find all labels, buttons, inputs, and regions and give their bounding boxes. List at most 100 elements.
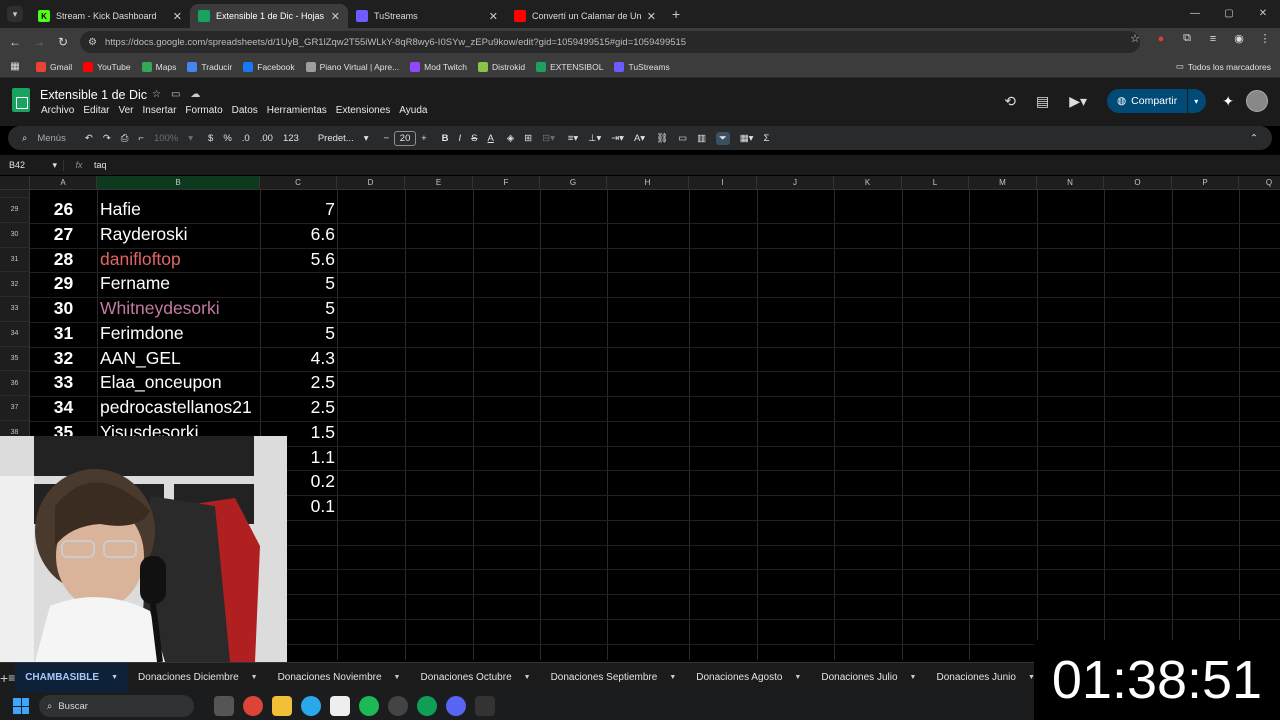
donor-name-cell[interactable]: danifloftop <box>100 249 181 270</box>
row-header[interactable]: 36 <box>0 371 30 396</box>
column-header[interactable]: O <box>1104 176 1172 190</box>
column-header[interactable]: C <box>260 176 337 190</box>
site-info-icon[interactable]: ⚙ <box>88 37 97 48</box>
media-icon[interactable]: ≡ <box>1204 33 1222 45</box>
menu-item[interactable]: Herramientas <box>267 105 327 116</box>
sheet-tab[interactable]: Donaciones Octubre ▼ <box>410 663 540 693</box>
bookmark-item[interactable]: YouTube <box>83 61 131 72</box>
rank-cell[interactable]: 30 <box>30 298 97 319</box>
font-size-decrease[interactable]: − <box>384 133 390 144</box>
browser-tab[interactable]: K Stream - Kick Dashboard ✕ <box>30 4 190 28</box>
font-size-increase[interactable]: + <box>421 133 427 144</box>
column-header[interactable]: D <box>337 176 405 190</box>
windows-start-icon[interactable] <box>13 698 29 714</box>
row-header[interactable]: 31 <box>0 247 30 273</box>
menu-item[interactable]: Datos <box>232 105 258 116</box>
sheet-tab-dropdown-icon[interactable]: ▼ <box>394 674 401 681</box>
column-header[interactable]: L <box>902 176 969 190</box>
horizontal-align-icon[interactable]: ≡▾ <box>568 133 578 144</box>
row-header[interactable]: 37 <box>0 396 30 421</box>
donor-name-cell[interactable]: Fername <box>100 273 170 294</box>
rank-cell[interactable]: 34 <box>30 397 97 418</box>
row-header[interactable]: 32 <box>0 272 30 297</box>
redo-icon[interactable]: ↷ <box>103 133 111 144</box>
donor-name-cell[interactable]: Whitneydesorki <box>100 298 220 319</box>
rank-cell[interactable]: 29 <box>30 273 97 294</box>
forward-button[interactable]: → <box>27 35 51 49</box>
add-sheet-button[interactable]: + <box>0 670 8 686</box>
vertical-align-icon[interactable]: ⊥▾ <box>588 133 601 144</box>
document-title[interactable]: Extensible 1 de Dic <box>40 88 147 102</box>
menu-item[interactable]: Insertar <box>143 105 177 116</box>
comments-icon[interactable]: ▤ <box>1036 93 1049 110</box>
column-header[interactable]: A <box>30 176 97 190</box>
sheet-tab-dropdown-icon[interactable]: ▼ <box>111 674 118 681</box>
amount-cell[interactable]: 7 <box>262 199 335 220</box>
maximize-button[interactable]: ▢ <box>1212 0 1246 28</box>
column-header[interactable]: N <box>1037 176 1104 190</box>
increase-decimal-button[interactable]: .00 <box>260 133 273 144</box>
gemini-icon[interactable]: ✦ <box>1222 93 1234 110</box>
menu-item[interactable]: Extensiones <box>336 105 390 116</box>
tab-close-icon[interactable]: ✕ <box>489 10 498 23</box>
column-header[interactable]: P <box>1172 176 1239 190</box>
telegram-icon[interactable] <box>301 696 321 716</box>
select-all-corner[interactable] <box>0 176 30 190</box>
sheet-tab[interactable]: Donaciones Junio ▼ <box>926 663 1044 693</box>
share-button[interactable]: ◍ Compartir ▾ <box>1106 89 1207 113</box>
row-header[interactable]: 30 <box>0 222 30 248</box>
bookmark-star-icon[interactable]: ☆ <box>1126 32 1144 45</box>
sheet-tab-dropdown-icon[interactable]: ▼ <box>794 674 801 681</box>
column-header[interactable]: M <box>969 176 1037 190</box>
move-folder-icon[interactable]: ▭ <box>171 89 180 100</box>
back-button[interactable]: ← <box>3 35 27 49</box>
text-rotation-icon[interactable]: A▾ <box>634 133 645 144</box>
amount-cell[interactable]: 4.3 <box>262 348 335 369</box>
rank-cell[interactable]: 31 <box>30 323 97 344</box>
row-header[interactable]: 35 <box>0 346 30 372</box>
donor-name-cell[interactable]: Ferimdone <box>100 323 184 344</box>
chrome-icon[interactable] <box>243 696 263 716</box>
amount-cell[interactable]: 5 <box>262 273 335 294</box>
spotify-icon[interactable] <box>359 696 379 716</box>
name-box[interactable]: B42 ▾ <box>0 159 64 171</box>
close-window-button[interactable]: ✕ <box>1246 0 1280 28</box>
sheet-tab[interactable]: Donaciones Agosto ▼ <box>686 663 811 693</box>
sheet-tab-dropdown-icon[interactable]: ▼ <box>910 674 917 681</box>
sheet-tab-dropdown-icon[interactable]: ▼ <box>524 674 531 681</box>
profile-avatar[interactable]: ◉ <box>1230 32 1248 45</box>
column-header[interactable]: E <box>405 176 473 190</box>
bookmark-item[interactable]: Gmail <box>36 61 72 72</box>
font-select[interactable]: Predet... <box>318 133 354 144</box>
collapse-toolbar-icon[interactable]: ⌃ <box>1250 133 1258 144</box>
number-format-button[interactable]: 123 <box>283 133 299 144</box>
undo-icon[interactable]: ↶ <box>85 133 93 144</box>
paint-format-icon[interactable]: ⌐ <box>138 133 144 144</box>
menu-item[interactable]: Editar <box>83 105 109 116</box>
tab-close-icon[interactable]: ✕ <box>173 10 182 23</box>
row-header[interactable]: 34 <box>0 321 30 347</box>
file-explorer-icon[interactable] <box>272 696 292 716</box>
apps-grid-icon[interactable]: ▦ <box>0 61 30 72</box>
sheet-tab[interactable]: Donaciones Julio ▼ <box>811 663 926 693</box>
menu-item[interactable]: Archivo <box>41 105 74 116</box>
borders-icon[interactable]: ⊞ <box>524 133 532 144</box>
donor-name-cell[interactable]: pedrocastellanos21 <box>100 397 252 418</box>
currency-button[interactable]: $ <box>208 133 213 144</box>
sheet-tab[interactable]: Donaciones Diciembre ▼ <box>128 663 268 693</box>
new-tab-button[interactable]: + <box>672 6 680 22</box>
minimize-button[interactable]: — <box>1178 0 1212 28</box>
sheet-tab[interactable]: CHAMBASIBLE ▼ <box>15 662 129 693</box>
sheet-tab[interactable]: Donaciones Septiembre ▼ <box>541 663 687 693</box>
star-icon[interactable]: ☆ <box>152 89 161 100</box>
row-header[interactable] <box>0 190 30 198</box>
menu-item[interactable]: Ayuda <box>399 105 427 116</box>
bookmark-item[interactable]: Piano Virtual | Apre... <box>305 61 399 72</box>
formula-input[interactable]: taq <box>94 160 107 170</box>
bookmark-item[interactable]: Traducir <box>187 61 232 72</box>
amount-cell[interactable]: 2.5 <box>262 372 335 393</box>
menus-search[interactable]: Menús <box>37 133 66 144</box>
browser-tab[interactable]: TuStreams ✕ <box>348 4 506 28</box>
decrease-decimal-button[interactable]: .0 <box>242 133 250 144</box>
amount-cell[interactable]: 5 <box>262 323 335 344</box>
